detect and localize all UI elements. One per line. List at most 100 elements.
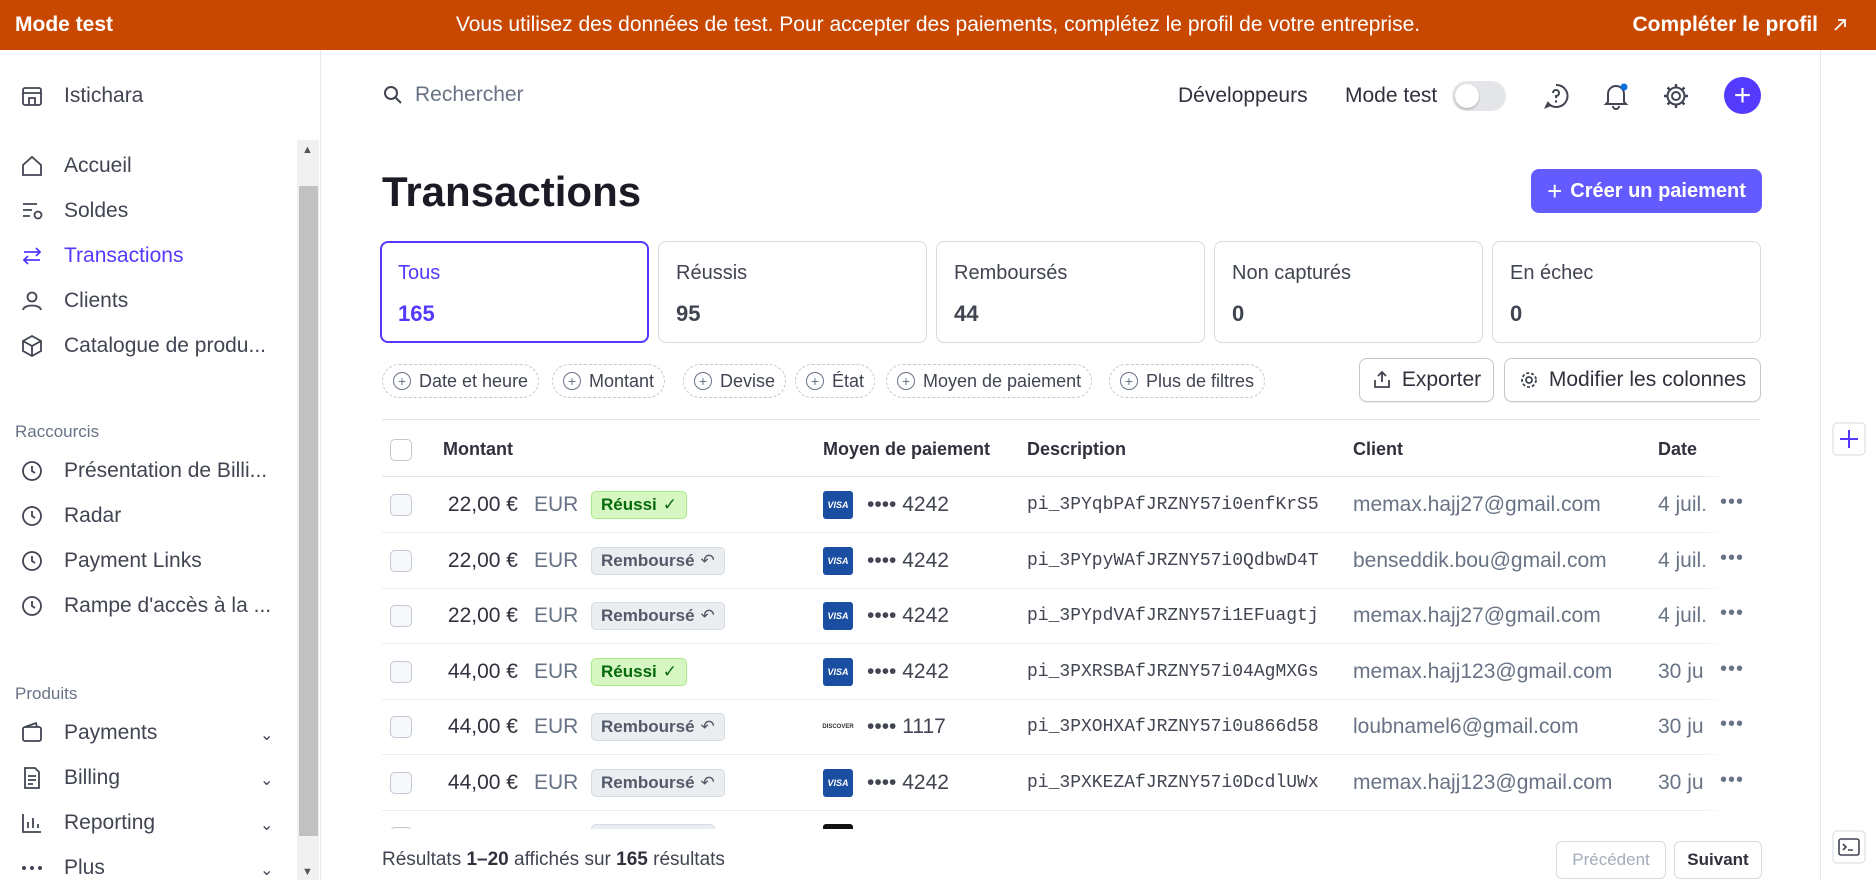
table-row[interactable]: 22,00 € EUR Remboursé ↶ VISA •••• 4242 pi_3PYp… bbox=[382, 588, 1760, 644]
chip-label: État bbox=[832, 370, 865, 391]
shortcut-onramp[interactable]: Rampe d'accès à la ... bbox=[20, 594, 271, 618]
row-currency: EUR bbox=[534, 659, 579, 683]
row-currency: EUR bbox=[534, 604, 579, 627]
table-header: Montant Moyen de paiement Description Cl… bbox=[382, 420, 1760, 477]
refund-arrow-icon: ↶ bbox=[700, 717, 715, 736]
developers-link[interactable]: Développeurs bbox=[1178, 84, 1308, 108]
chip-label: Plus de filtres bbox=[1146, 370, 1255, 391]
settings-gear-icon[interactable] bbox=[1660, 80, 1692, 112]
row-client: memax.hajj27@gmail.com bbox=[1353, 493, 1601, 516]
status-badge: Réussi ✓ bbox=[591, 657, 687, 686]
page-title: Transactions bbox=[382, 168, 642, 215]
sidebar-item-soldes[interactable]: Soldes bbox=[20, 199, 128, 223]
filter-chip-more[interactable]: + Plus de filtres bbox=[1109, 364, 1266, 398]
search-placeholder: Rechercher bbox=[415, 83, 524, 106]
filter-tile-all[interactable]: Tous 165 bbox=[380, 241, 649, 343]
bar-chart-icon bbox=[22, 814, 41, 833]
tile-label: En échec bbox=[1510, 262, 1594, 284]
sidebar-scroll-thumb[interactable] bbox=[299, 186, 318, 836]
test-mode-toggle[interactable] bbox=[1452, 81, 1506, 111]
products-heading: Produits bbox=[15, 684, 78, 703]
shortcut-radar[interactable]: Radar bbox=[20, 504, 121, 528]
previous-page-button[interactable]: Précédent bbox=[1556, 841, 1666, 879]
search-field[interactable]: Rechercher bbox=[383, 83, 524, 107]
filter-tile-failed[interactable]: En échec 0 bbox=[1492, 241, 1761, 343]
table-row[interactable] bbox=[382, 810, 1760, 829]
status-badge: Remboursé ↶ bbox=[591, 713, 725, 741]
row-date: 4 juil. bbox=[1658, 493, 1708, 516]
row-more-actions-icon[interactable]: ••• bbox=[1720, 602, 1744, 625]
terminal-icon[interactable] bbox=[1832, 830, 1866, 864]
edit-columns-button[interactable]: Modifier les colonnes bbox=[1504, 358, 1761, 402]
export-icon bbox=[1373, 370, 1390, 388]
notifications-bell-icon[interactable] bbox=[1600, 80, 1632, 112]
create-plus-button[interactable]: + bbox=[1724, 77, 1761, 114]
row-currency: EUR bbox=[534, 770, 579, 794]
filter-tile-succeeded[interactable]: Réussis 95 bbox=[658, 241, 927, 343]
results-summary: Résultats 1–20 affichés sur 165 résultat… bbox=[382, 849, 725, 871]
sidebar-item-transactions[interactable]: Transactions bbox=[20, 244, 183, 268]
scroll-down-arrow-icon[interactable]: ▼ bbox=[302, 866, 313, 878]
row-amount: 22,00 € bbox=[447, 548, 518, 572]
next-page-button[interactable]: Suivant bbox=[1674, 841, 1762, 879]
plus-circle-icon: + bbox=[897, 372, 915, 390]
column-header-client[interactable]: Client bbox=[1353, 439, 1403, 460]
table-row[interactable]: 22,00 € EUR Remboursé ↶ VISA •••• 4242 pi_3PYp… bbox=[382, 533, 1760, 589]
sidebar-item-clients[interactable]: Clients bbox=[20, 289, 128, 313]
sidebar-item-more[interactable]: Plus ⌄ bbox=[20, 856, 273, 880]
row-card-last4: •••• 4242 bbox=[867, 548, 949, 572]
row-card-last4: •••• 4242 bbox=[867, 659, 949, 683]
column-header-date[interactable]: Date bbox=[1658, 439, 1697, 460]
clock-icon bbox=[22, 461, 42, 481]
filter-chip-currency[interactable]: + Devise bbox=[683, 364, 787, 398]
row-description: pi_3PXOHXAfJRZNY57i0u866d58 bbox=[1027, 717, 1319, 737]
row-card-last4: •••• 1117 bbox=[867, 715, 946, 738]
column-header-method[interactable]: Moyen de paiement bbox=[823, 439, 990, 460]
filter-chip-state[interactable]: + État bbox=[795, 364, 876, 398]
status-label: Remboursé bbox=[601, 772, 695, 792]
plus-circle-icon: + bbox=[393, 372, 411, 390]
sidebar-item-payments[interactable]: Payments ⌄ bbox=[20, 721, 273, 745]
help-icon[interactable] bbox=[1540, 80, 1572, 112]
sidebar-item-reporting[interactable]: Reporting ⌄ bbox=[20, 811, 273, 835]
row-more-actions-icon[interactable]: ••• bbox=[1720, 769, 1744, 792]
sidebar-item-label: Catalogue de produ... bbox=[64, 334, 266, 357]
visa-card-icon: VISA bbox=[823, 491, 853, 519]
sidebar-item-catalogue[interactable]: Catalogue de produ... bbox=[20, 334, 266, 358]
sidebar: Istichara Accueil Soldes Transactions Cl… bbox=[0, 50, 321, 880]
sidebar-item-accueil[interactable]: Accueil bbox=[20, 154, 132, 178]
row-currency: EUR bbox=[534, 493, 579, 516]
column-header-amount[interactable]: Montant bbox=[443, 439, 513, 460]
complete-profile-link[interactable]: Compléter le profil bbox=[1632, 13, 1848, 37]
filter-chip-date[interactable]: + Date et heure bbox=[382, 364, 540, 398]
export-button[interactable]: Exporter bbox=[1359, 358, 1494, 402]
filter-chip-amount[interactable]: + Montant bbox=[552, 364, 666, 398]
row-checkbox[interactable] bbox=[390, 827, 412, 829]
filter-chip-payment-method[interactable]: + Moyen de paiement bbox=[886, 364, 1093, 398]
table-row[interactable]: 44,00 € EUR Réussi ✓ VISA •••• 4242 pi_3PXRSBA… bbox=[382, 644, 1760, 700]
table-row[interactable]: 44,00 € EUR Remboursé ↶ DISCOVER •••• 1117 pi_… bbox=[382, 699, 1760, 755]
scroll-up-arrow-icon[interactable]: ▲ bbox=[302, 144, 313, 156]
row-more-actions-icon[interactable]: ••• bbox=[1720, 658, 1744, 681]
filter-tile-uncaptured[interactable]: Non capturés 0 bbox=[1214, 241, 1483, 343]
account-switcher[interactable]: Istichara bbox=[20, 84, 143, 108]
row-client: memax.hajj27@gmail.com bbox=[1353, 604, 1601, 627]
shortcut-billing-overview[interactable]: Présentation de Billi... bbox=[20, 459, 267, 483]
select-all-checkbox[interactable] bbox=[390, 439, 412, 461]
results-total: 165 bbox=[616, 849, 648, 870]
add-panel-icon[interactable] bbox=[1832, 422, 1866, 456]
filter-tile-refunded[interactable]: Remboursés 44 bbox=[936, 241, 1205, 343]
sidebar-item-billing[interactable]: Billing ⌄ bbox=[20, 766, 273, 790]
row-amount: 22,00 € bbox=[447, 493, 518, 516]
table-row[interactable]: 22,00 € EUR Réussi ✓ VISA •••• 4242 pi_3PYqbPA… bbox=[382, 477, 1760, 533]
chevron-down-icon: ⌄ bbox=[260, 727, 274, 744]
home-icon bbox=[22, 155, 42, 176]
row-more-actions-icon[interactable]: ••• bbox=[1720, 491, 1744, 514]
column-header-description[interactable]: Description bbox=[1027, 439, 1126, 460]
row-more-actions-icon[interactable]: ••• bbox=[1720, 713, 1744, 736]
shortcut-payment-links[interactable]: Payment Links bbox=[20, 549, 202, 573]
store-icon bbox=[22, 87, 42, 106]
create-payment-button[interactable]: + Créer un paiement bbox=[1531, 169, 1762, 213]
table-row[interactable]: 44,00 € EUR Remboursé ↶ VISA •••• 4242 pi_3PXK… bbox=[382, 755, 1760, 811]
row-more-actions-icon[interactable]: ••• bbox=[1720, 547, 1744, 570]
